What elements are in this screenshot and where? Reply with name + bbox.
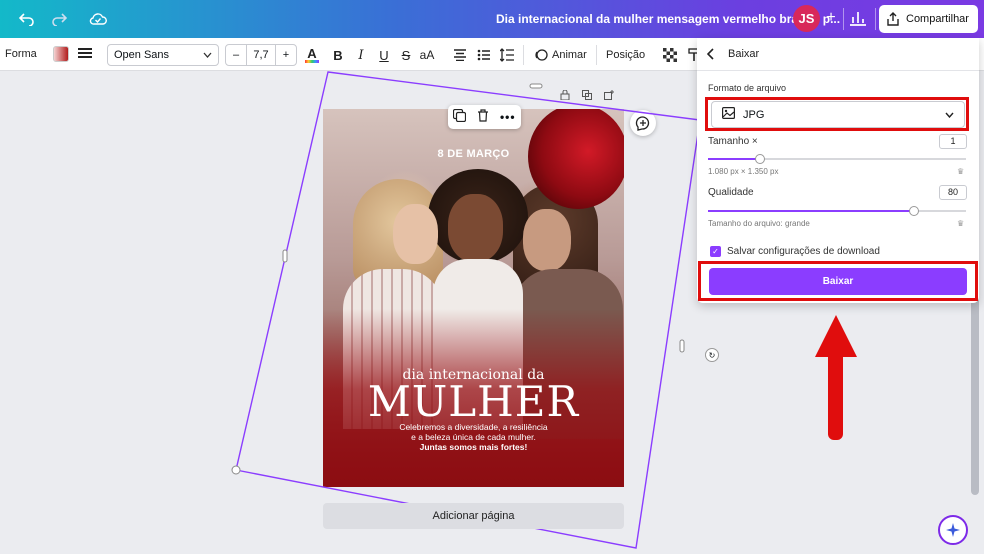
top-bar: Dia internacional da mulher mensagem ver… — [0, 0, 984, 38]
format-highlight-box — [705, 97, 969, 131]
animate-icon — [535, 49, 548, 61]
size-slider[interactable] — [708, 154, 966, 164]
rotate-icon[interactable]: ↻ — [705, 348, 719, 362]
save-settings-checkbox[interactable]: ✓ — [710, 246, 721, 257]
share-label: Compartilhar — [906, 13, 969, 25]
share-button[interactable]: Compartilhar — [879, 5, 978, 33]
add-page-icon[interactable] — [604, 90, 614, 103]
divider — [843, 8, 844, 30]
download-highlight-box — [698, 261, 978, 301]
share-icon — [887, 12, 899, 26]
undo-icon[interactable] — [16, 8, 38, 30]
font-size-value[interactable]: 7,7 — [246, 45, 276, 65]
text-color-icon: A — [307, 45, 317, 61]
animate-label: Animar — [552, 49, 587, 61]
font-select[interactable]: Open Sans — [107, 44, 219, 66]
spacing-icon[interactable] — [499, 45, 515, 65]
bold-button[interactable]: B — [330, 45, 346, 65]
italic-button[interactable]: I — [353, 45, 369, 65]
back-icon[interactable] — [706, 48, 715, 63]
duplicate-element-icon[interactable] — [453, 108, 467, 125]
document-title[interactable]: Dia internacional da mulher mensagem ver… — [496, 12, 840, 26]
decrease-size-button[interactable]: – — [226, 49, 246, 61]
red-arrow-shaft — [828, 350, 843, 440]
date-prefix: 8 DE — [437, 148, 464, 160]
fill-color-swatch[interactable] — [53, 46, 69, 62]
design-page[interactable]: 8 DE MARÇO dia internacional da MULHER C… — [323, 109, 624, 487]
lock-page-icon[interactable] — [560, 89, 570, 103]
crown-icon: ♛ — [957, 219, 965, 228]
letter-case-button[interactable]: aA — [419, 45, 435, 65]
dimensions-text: 1.080 px × 1.350 px — [708, 167, 779, 176]
divider — [697, 70, 979, 71]
panel-title: Baixar — [728, 48, 760, 60]
divider — [596, 45, 597, 65]
chevron-down-icon — [203, 49, 212, 61]
position-button[interactable]: Posição — [606, 45, 645, 65]
comment-add-icon[interactable] — [630, 110, 656, 136]
text-color-button[interactable]: A — [304, 45, 320, 65]
body-line3: Juntas somos mais fortes! — [419, 442, 528, 452]
font-size-stepper[interactable]: – 7,7 + — [225, 44, 297, 66]
invite-plus-icon[interactable]: + — [822, 9, 840, 27]
divider — [875, 8, 876, 30]
underline-button[interactable]: U — [376, 45, 392, 65]
photo-shape — [448, 194, 503, 262]
page-actions — [560, 89, 614, 103]
increase-size-button[interactable]: + — [276, 49, 296, 61]
body-line2: e a beleza única de cada mulher. — [411, 432, 536, 442]
animate-button[interactable]: Animar — [534, 45, 587, 65]
analytics-icon[interactable] — [848, 9, 870, 29]
photo-shape — [523, 209, 571, 271]
quality-label: Qualidade — [708, 187, 754, 198]
quality-slider[interactable] — [708, 206, 966, 216]
align-center-icon[interactable] — [452, 45, 468, 65]
strikethrough-button[interactable]: S — [398, 45, 414, 65]
size-slider-handle[interactable] — [754, 154, 765, 164]
date-month: MARÇO — [466, 148, 510, 160]
shape-button[interactable]: Forma — [5, 48, 37, 60]
date-text[interactable]: 8 DE MARÇO — [323, 148, 624, 160]
body-text[interactable]: Celebremos a diversidade, a resiliência … — [323, 422, 624, 452]
element-floating-toolbar: ••• — [448, 105, 521, 129]
cloud-saved-icon[interactable] — [87, 8, 109, 30]
divider — [523, 45, 524, 65]
delete-icon[interactable] — [477, 109, 489, 125]
avatar[interactable]: JS — [793, 5, 820, 32]
list-icon[interactable] — [476, 45, 492, 65]
more-options-icon[interactable]: ••• — [500, 110, 516, 124]
headline-line2[interactable]: MULHER — [323, 377, 624, 426]
size-label: Tamanho × — [708, 136, 758, 147]
font-name: Open Sans — [114, 49, 170, 61]
magic-assistant-icon[interactable] — [938, 515, 968, 545]
file-format-label: Formato de arquivo — [708, 83, 787, 93]
duplicate-page-icon[interactable] — [582, 90, 592, 103]
border-style-icon[interactable] — [78, 48, 92, 60]
save-settings-label[interactable]: Salvar configurações de download — [727, 246, 880, 257]
photo-shape — [393, 204, 438, 264]
add-page-button[interactable]: Adicionar página — [323, 503, 624, 529]
quality-input[interactable]: 80 — [939, 185, 967, 200]
size-slider-fill — [708, 158, 760, 160]
transparency-icon[interactable] — [662, 45, 678, 65]
file-size-text: Tamanho do arquivo: grande — [708, 219, 810, 228]
color-bar — [305, 59, 319, 63]
body-line1: Celebremos a diversidade, a resiliência — [399, 422, 548, 432]
quality-slider-handle[interactable] — [909, 206, 920, 216]
quality-slider-fill — [708, 210, 915, 212]
redo-icon[interactable] — [48, 8, 70, 30]
crown-icon: ♛ — [957, 167, 965, 176]
size-input[interactable]: 1 — [939, 134, 967, 149]
